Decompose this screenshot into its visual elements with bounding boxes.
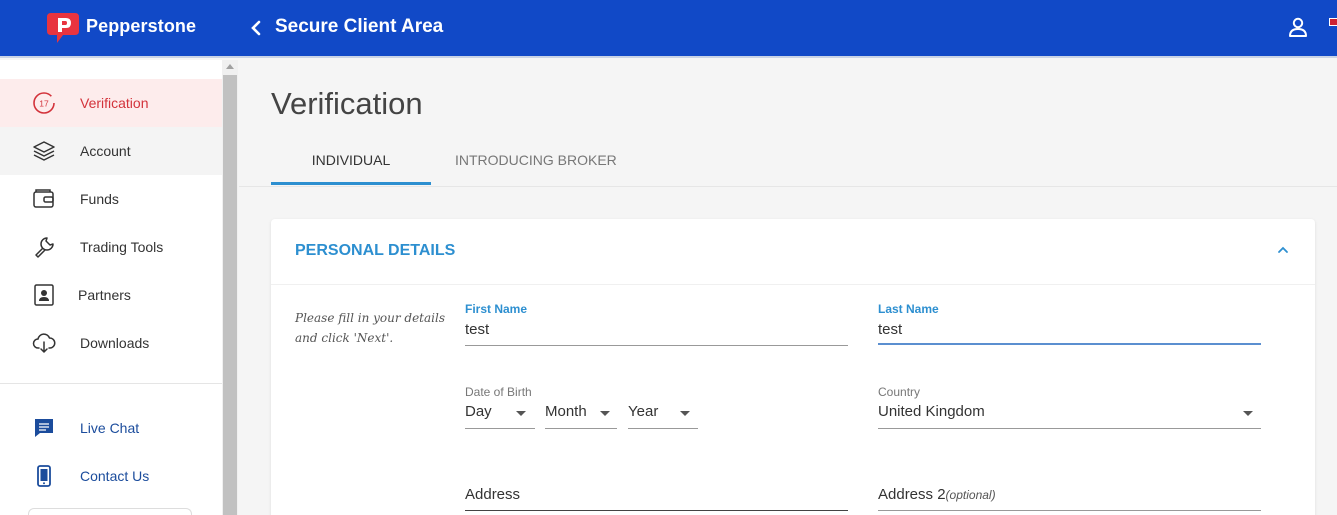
section-title[interactable]: PERSONAL DETAILS [295,242,455,260]
sidebar-item-label: Trading Tools [80,239,164,255]
dob-year-underline [628,428,698,429]
address2-label: Address 2 [878,486,946,503]
sidebar-item-live-chat[interactable]: Live Chat [0,404,222,452]
verification-badge-icon: 17 [33,92,55,114]
header-title: Secure Client Area [275,16,444,37]
top-bar: Pepperstone Secure Client Area [0,0,1337,58]
dropdown-caret-icon[interactable] [516,411,526,416]
collapse-chevron-icon[interactable] [1276,243,1290,257]
sidebar-item-label: Live Chat [80,420,140,436]
first-name-field[interactable]: test [465,321,489,338]
dob-day-underline [465,428,535,429]
country-underline [878,428,1261,429]
sidebar-item-label: Partners [78,287,131,303]
personal-details-card [271,219,1315,515]
scroll-thumb[interactable] [223,75,237,515]
sidebar-scrollbar[interactable] [222,60,238,515]
sidebar-item-label: Funds [80,191,119,207]
wrench-icon [35,237,54,258]
sidebar-item-label: Verification [80,95,149,111]
pepperstone-logo-icon[interactable] [45,9,81,45]
dropdown-caret-icon[interactable] [680,411,690,416]
first-name-underline [465,345,848,346]
date-of-birth-label: Date of Birth [465,385,532,399]
country-select[interactable]: United Kingdom [878,403,985,420]
page-title: Verification [271,86,423,121]
scroll-up-arrow-icon[interactable] [226,64,234,69]
cloud-download-icon [32,333,56,353]
sidebar-item-funds[interactable]: Funds [0,175,222,223]
sidebar-item-partners[interactable]: Partners [0,271,222,319]
dob-month-select[interactable]: Month [545,403,587,420]
last-name-label: Last Name [878,302,939,316]
address-field[interactable]: Address [465,486,520,503]
sidebar-item-contact-us[interactable]: Contact Us [0,452,222,500]
sidebar-item-verification[interactable]: 17 Verification [0,79,222,127]
dropdown-caret-icon[interactable] [1243,411,1253,416]
address2-field[interactable]: Address 2(optional) [878,486,996,503]
dob-month-underline [545,428,617,429]
sidebar: 17 Verification Account Funds Trading To… [0,60,222,515]
tab-individual[interactable]: INDIVIDUAL [271,152,431,168]
sidebar-bottom-widget[interactable] [28,508,192,515]
wallet-icon [33,189,54,208]
optional-tag: (optional) [945,488,996,502]
address-underline [465,510,848,511]
tabs-divider [239,186,1337,187]
layers-icon [33,141,55,161]
sidebar-item-downloads[interactable]: Downloads [0,319,222,367]
dropdown-caret-icon[interactable] [600,411,610,416]
partner-card-icon [34,284,54,306]
first-name-label: First Name [465,302,528,316]
back-chevron-icon[interactable] [246,17,266,39]
dob-year-select[interactable]: Year [628,403,658,420]
form-hint-text: Please fill in your details and click 'N… [295,311,445,345]
address2-underline [878,510,1261,511]
tab-introducing-broker[interactable]: INTRODUCING BROKER [455,152,617,168]
svg-text:17: 17 [39,99,49,109]
phone-icon [37,465,51,487]
user-profile-icon[interactable] [1286,15,1310,39]
country-label: Country [878,385,921,399]
language-flag-icon[interactable] [1329,18,1337,26]
brand-name[interactable]: Pepperstone [86,16,196,37]
sidebar-item-label: Contact Us [80,468,150,484]
sidebar-divider [0,383,222,384]
chat-icon [35,419,53,437]
sidebar-item-label: Downloads [80,335,150,351]
last-name-underline [878,343,1261,345]
last-name-field[interactable]: test [878,321,902,338]
card-divider [271,284,1315,285]
sidebar-item-label: Account [80,143,131,159]
sidebar-item-account[interactable]: Account [0,127,222,175]
sidebar-item-trading-tools[interactable]: Trading Tools [0,223,222,271]
active-tab-indicator [271,182,431,185]
dob-day-select[interactable]: Day [465,403,492,420]
